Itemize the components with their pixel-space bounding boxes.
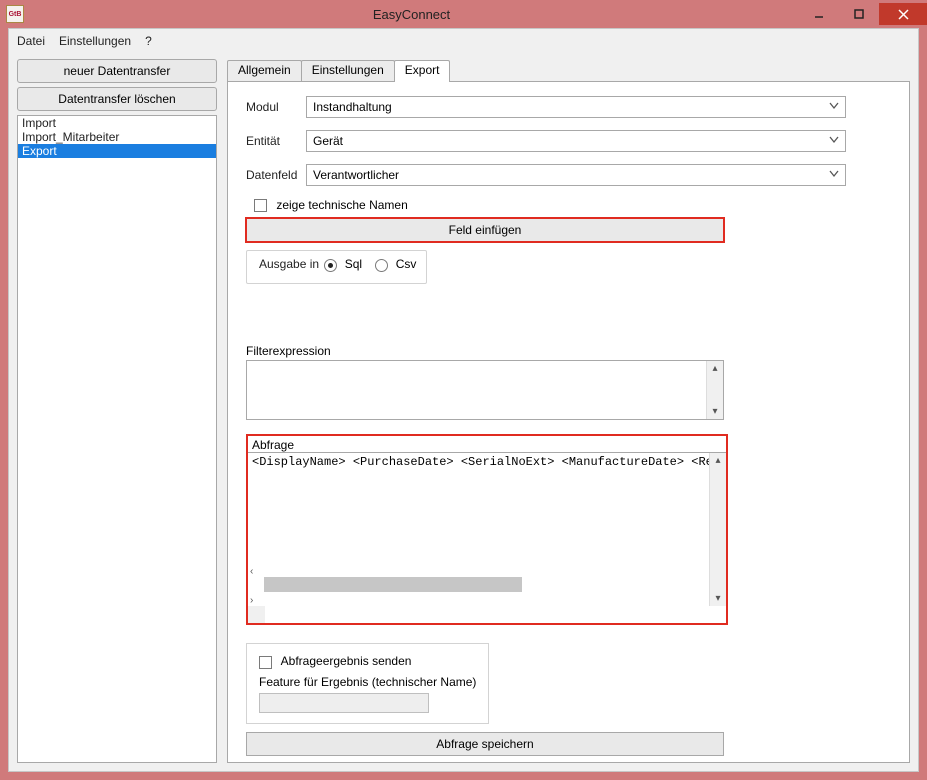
- tab-allgemein[interactable]: Allgemein: [227, 60, 302, 82]
- window-title: EasyConnect: [24, 7, 799, 22]
- feature-label: Feature für Ergebnis (technischer Name): [259, 675, 476, 689]
- scroll-thumb[interactable]: [264, 577, 522, 592]
- tab-strip: Allgemein Einstellungen Export: [227, 59, 910, 81]
- scroll-up-icon[interactable]: ▴: [713, 453, 722, 468]
- tab-export[interactable]: Export: [394, 60, 451, 82]
- send-result-label: Abfrageergebnis senden: [281, 654, 412, 668]
- output-sql-radio[interactable]: [324, 259, 337, 272]
- insert-field-button[interactable]: Feld einfügen: [246, 218, 724, 242]
- entitaet-label: Entität: [246, 134, 306, 148]
- title-bar: GtB EasyConnect: [0, 0, 927, 28]
- scroll-up-icon[interactable]: ▴: [710, 361, 719, 376]
- scroll-left-icon[interactable]: ‹: [248, 564, 255, 579]
- abfrage-label: Abfrage: [248, 436, 726, 452]
- abfrage-section: Abfrage <DisplayName> <PurchaseDate> <Se…: [246, 434, 728, 625]
- menu-datei[interactable]: Datei: [17, 34, 45, 48]
- modul-select[interactable]: Instandhaltung: [306, 96, 846, 118]
- delete-transfer-button[interactable]: Datentransfer löschen: [17, 87, 217, 111]
- chevron-down-icon: [829, 135, 839, 145]
- show-tech-names-label: zeige technische Namen: [276, 198, 407, 212]
- abfrage-scrollbar-v[interactable]: ▴ ▾: [709, 453, 726, 606]
- app-window: GtB EasyConnect Datei Einstellungen ? ne…: [0, 0, 927, 780]
- output-legend: Ausgabe in: [257, 257, 321, 271]
- entitaet-value: Gerät: [313, 134, 343, 148]
- app-icon: GtB: [6, 5, 24, 23]
- output-sql-label: Sql: [345, 257, 362, 271]
- scroll-down-icon[interactable]: ▾: [713, 591, 722, 606]
- send-result-checkbox[interactable]: [259, 656, 272, 669]
- minimize-button[interactable]: [799, 3, 839, 25]
- result-box: Abfrageergebnis senden Feature für Ergeb…: [246, 643, 489, 723]
- chevron-down-icon: [829, 169, 839, 179]
- output-csv-label: Csv: [396, 257, 417, 271]
- close-button[interactable]: [879, 3, 927, 25]
- chevron-down-icon: [829, 101, 839, 111]
- new-transfer-button[interactable]: neuer Datentransfer: [17, 59, 217, 83]
- datenfeld-label: Datenfeld: [246, 168, 306, 182]
- tab-einstellungen[interactable]: Einstellungen: [301, 60, 395, 82]
- scroll-right-icon[interactable]: ›: [248, 593, 255, 608]
- feature-input[interactable]: [259, 693, 429, 713]
- transfer-list[interactable]: Import Import_Mitarbeiter Export: [17, 115, 217, 763]
- modul-label: Modul: [246, 100, 306, 114]
- entitaet-select[interactable]: Gerät: [306, 130, 846, 152]
- list-item[interactable]: Import: [18, 116, 216, 130]
- datenfeld-select[interactable]: Verantwortlicher: [306, 164, 846, 186]
- output-csv-radio[interactable]: [375, 259, 388, 272]
- filter-value[interactable]: [247, 361, 723, 419]
- abfrage-scrollbar-h[interactable]: ‹ ›: [248, 563, 726, 623]
- modul-value: Instandhaltung: [313, 100, 392, 114]
- output-fieldset: Ausgabe in Sql Csv: [246, 250, 427, 284]
- list-item[interactable]: Export: [18, 144, 216, 158]
- menu-bar: Datei Einstellungen ?: [9, 29, 918, 53]
- filter-textarea[interactable]: ▴ ▾: [246, 360, 724, 420]
- list-item[interactable]: Import_Mitarbeiter: [18, 130, 216, 144]
- tab-panel-export: Modul Instandhaltung Entität Gerät: [227, 81, 910, 763]
- menu-help[interactable]: ?: [145, 34, 152, 48]
- maximize-button[interactable]: [839, 3, 879, 25]
- save-query-button[interactable]: Abfrage speichern: [246, 732, 724, 756]
- abfrage-textarea[interactable]: <DisplayName> <PurchaseDate> <SerialNoEx…: [248, 453, 726, 563]
- show-tech-names-checkbox[interactable]: [254, 199, 267, 212]
- scroll-down-icon[interactable]: ▾: [710, 404, 719, 419]
- menu-einstellungen[interactable]: Einstellungen: [59, 34, 131, 48]
- datenfeld-value: Verantwortlicher: [313, 168, 399, 182]
- filter-scrollbar-v[interactable]: ▴ ▾: [706, 361, 723, 419]
- client-area: Datei Einstellungen ? neuer Datentransfe…: [8, 28, 919, 772]
- filter-label: Filterexpression: [246, 344, 891, 358]
